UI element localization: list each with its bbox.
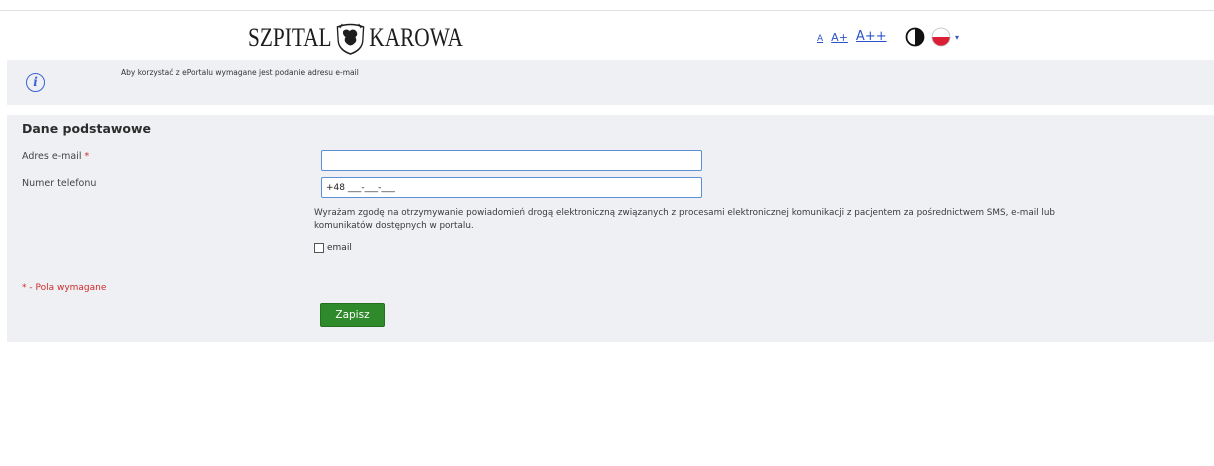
phone-field[interactable]: [321, 177, 702, 198]
section-title: Dane podstawowe: [22, 121, 152, 136]
language-select[interactable]: ▾: [931, 27, 959, 47]
contrast-icon[interactable]: [905, 27, 925, 47]
logo-text-right: KAROWA: [369, 23, 463, 52]
email-field[interactable]: [321, 150, 702, 171]
hospital-logo[interactable]: SZPITAL KAROWA: [248, 21, 463, 55]
consent-text: Wyrażam zgodę na otrzymywanie powiadomie…: [314, 208, 1055, 231]
basic-data-form: Dane podstawowe Adres e-mail * Numer tel…: [7, 115, 1214, 342]
info-message: Aby korzystać z ePortalu wymagane jest p…: [121, 68, 359, 77]
font-size-small-link[interactable]: A: [817, 34, 823, 44]
required-fields-note: * - Pola wymagane: [22, 283, 107, 293]
info-bar: i Aby korzystać z ePortalu wymagane jest…: [7, 60, 1214, 105]
logo-text-left: SZPITAL: [248, 23, 332, 52]
checkbox-label: email: [327, 243, 352, 253]
checkbox-box[interactable]: [314, 243, 324, 253]
poland-flag-icon: [931, 27, 951, 47]
info-icon: i: [26, 73, 45, 92]
email-label-text: Adres e-mail: [22, 151, 82, 162]
email-label: Adres e-mail *: [22, 151, 89, 162]
font-size-medium-link[interactable]: A+: [831, 31, 848, 44]
chevron-down-icon: ▾: [955, 32, 960, 42]
header: SZPITAL KAROWA A A+ A++ ▾: [0, 11, 1214, 61]
save-button[interactable]: Zapisz: [320, 303, 385, 327]
crest-icon: [336, 23, 365, 55]
font-size-controls: A A+ A++: [817, 29, 895, 44]
required-star: *: [84, 151, 90, 162]
page: SZPITAL KAROWA A A+ A++ ▾ i Aby korzysta…: [0, 0, 1214, 466]
font-size-large-link[interactable]: A++: [856, 29, 887, 44]
phone-label: Numer telefonu: [22, 178, 97, 189]
email-consent-checkbox[interactable]: email: [314, 243, 352, 253]
top-banner: [0, 0, 1214, 11]
